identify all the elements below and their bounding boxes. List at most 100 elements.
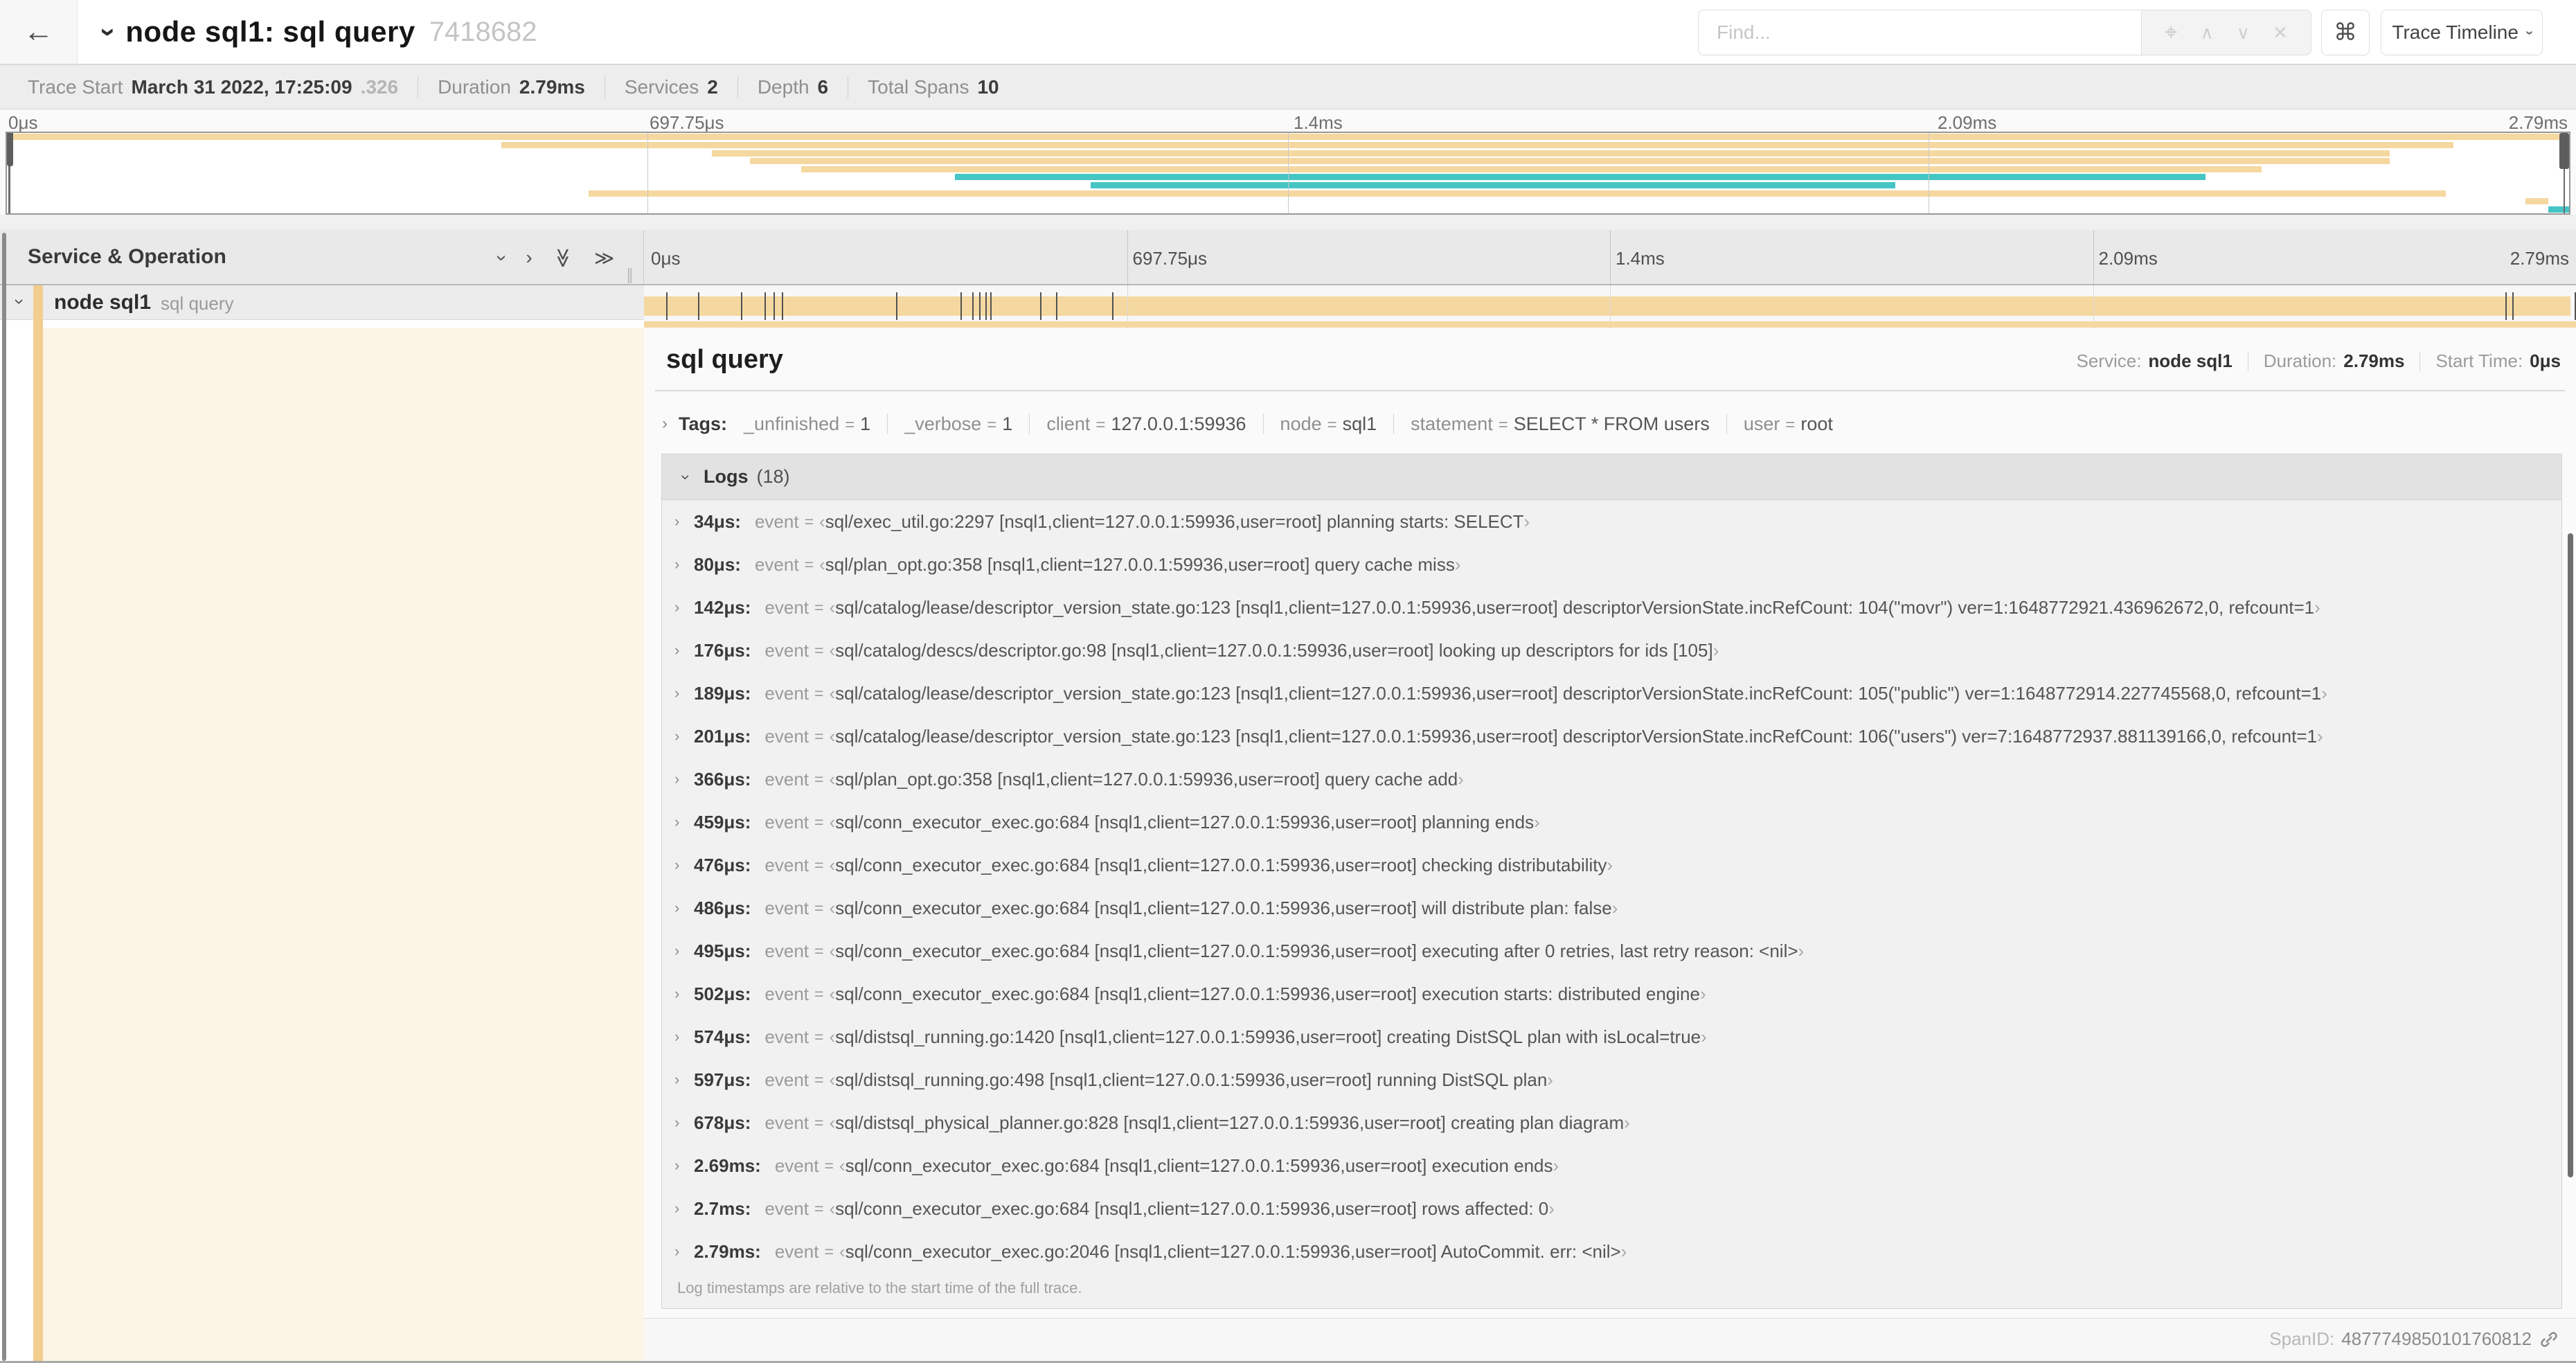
log-entry[interactable]: › 502μs: event = ‹ sql/conn_executor_exec.go:… <box>662 972 2561 1015</box>
collapse-all-icon[interactable]: ≫ <box>552 248 575 268</box>
log-entry[interactable]: › 80μs: event = ‹ sql/plan_opt.go:358 [nsql1,… <box>662 543 2561 586</box>
focus-target-icon[interactable]: ⌖ <box>2165 19 2177 46</box>
log-entry[interactable]: › 2.79ms: event = ‹ sql/conn_executor_exec.go… <box>662 1230 2561 1273</box>
log-entry[interactable]: › 495μs: event = ‹ sql/conn_executor_exec.go:… <box>662 929 2561 972</box>
meta-label: Duration <box>438 75 511 98</box>
log-entry[interactable]: › 189μs: event = ‹ sql/catalog/lease/descript… <box>662 672 2561 715</box>
back-arrow-icon: ← <box>23 15 54 48</box>
minimap-gridline <box>647 133 648 213</box>
tag-key: _unfinished <box>744 413 840 434</box>
page-title: node sql1: sql query <box>125 15 415 48</box>
log-entry[interactable]: › 176μs: event = ‹ sql/catalog/descs/descript… <box>662 629 2561 672</box>
log-field-key: event <box>764 940 810 961</box>
log-quote-open: ‹ <box>829 1069 836 1090</box>
minimap-span-bar <box>588 190 2447 197</box>
page-scrollbar[interactable] <box>2568 533 2573 1177</box>
log-marker-tick <box>782 292 783 320</box>
stat-label: Service: <box>2076 350 2142 371</box>
view-selector-button[interactable]: Trace Timeline › <box>2381 10 2543 55</box>
log-entry[interactable]: › 201μs: event = ‹ sql/catalog/lease/descript… <box>662 715 2561 758</box>
log-equals: = <box>814 598 824 616</box>
expand-all-icon[interactable]: ≫ <box>594 247 614 269</box>
log-field-key: event <box>754 510 799 532</box>
log-entry[interactable]: › 459μs: event = ‹ sql/conn_executor_exec.go:… <box>662 801 2561 844</box>
span-duration-bar[interactable] <box>644 296 2570 316</box>
log-quote-close: › <box>1624 1112 1630 1133</box>
log-chevron-icon: › <box>674 1071 680 1088</box>
log-entry[interactable]: › 678μs: event = ‹ sql/distsql_physical_plann… <box>662 1101 2561 1144</box>
log-quote-open: ‹ <box>829 1026 836 1047</box>
column-resizer-grip[interactable]: ∥ <box>626 266 634 284</box>
log-field-value: sql/conn_executor_exec.go:684 [nsql1,cli… <box>835 897 1612 918</box>
log-timestamp: 189μs: <box>694 682 751 704</box>
tag-key: _verbose <box>904 413 982 434</box>
spanid-value: 4877749850101760812 <box>2341 1328 2532 1349</box>
find-input[interactable]: Find... <box>1698 10 2141 55</box>
find-prev-icon[interactable]: ∧ <box>2200 22 2213 44</box>
log-timestamp: 597μs: <box>694 1069 751 1090</box>
collapse-one-icon[interactable]: › <box>490 255 513 261</box>
log-entry[interactable]: › 574μs: event = ‹ sql/distsql_running.go:142… <box>662 1015 2561 1058</box>
tags-row[interactable]: › Tags: _unfinished = 1 _verbose = 1 client = 12… <box>662 406 2559 442</box>
logs-title: Logs <box>704 466 749 487</box>
log-field-value: sql/conn_executor_exec.go:684 [nsql1,cli… <box>835 983 1700 1004</box>
find-clear-icon[interactable]: ✕ <box>2273 22 2288 44</box>
keyboard-shortcuts-button[interactable]: ⌘ <box>2321 10 2370 55</box>
copy-link-icon[interactable] <box>2539 1329 2559 1350</box>
log-entry[interactable]: › 2.69ms: event = ‹ sql/conn_executor_exec.go… <box>662 1144 2561 1187</box>
span-list-scrollbar[interactable] <box>2 233 6 1361</box>
scrubber-left-handle[interactable] <box>7 133 13 166</box>
log-equals: = <box>814 812 824 831</box>
meta-label: Services <box>624 75 699 98</box>
log-equals: = <box>814 769 824 788</box>
log-entry[interactable]: › 366μs: event = ‹ sql/plan_opt.go:358 [nsql1… <box>662 758 2561 801</box>
log-entry[interactable]: › 476μs: event = ‹ sql/conn_executor_exec.go:… <box>662 844 2561 887</box>
log-chevron-icon: › <box>674 856 680 873</box>
log-field-key: event <box>764 1026 810 1047</box>
log-field-value: sql/exec_util.go:2297 [nsql1,client=127.… <box>825 510 1524 532</box>
tick-label: 0μs <box>8 112 38 133</box>
log-entry[interactable]: › 2.7ms: event = ‹ sql/conn_executor_exec.go:… <box>662 1187 2561 1230</box>
span-row-label[interactable]: › node sql1 sql query <box>0 285 644 320</box>
back-button[interactable]: ← <box>0 0 78 64</box>
log-equals: = <box>814 1027 824 1046</box>
expand-one-icon[interactable]: › <box>526 247 532 269</box>
span-collapse-chevron-icon[interactable]: › <box>9 299 30 305</box>
log-chevron-icon: › <box>674 899 680 916</box>
log-quote-close: › <box>1699 983 1706 1004</box>
minimap-gap <box>0 215 2576 230</box>
log-entry[interactable]: › 486μs: event = ‹ sql/conn_executor_exec.go:… <box>662 887 2561 929</box>
tick-label: 697.75μs <box>650 112 724 133</box>
find-next-icon[interactable]: ∨ <box>2237 22 2250 44</box>
span-detail-title: sql query <box>666 345 783 374</box>
log-field-key: event <box>764 854 810 875</box>
log-chevron-icon: › <box>674 1114 680 1131</box>
log-entry[interactable]: › 142μs: event = ‹ sql/catalog/lease/descript… <box>662 586 2561 629</box>
stat-value: 2.79ms <box>2343 350 2405 371</box>
log-quote-close: › <box>1454 553 1461 575</box>
log-entry[interactable]: › 34μs: event = ‹ sql/exec_util.go:2297 [nsql… <box>662 500 2561 543</box>
log-quote-close: › <box>2314 596 2320 618</box>
log-chevron-icon: › <box>674 555 680 573</box>
log-field-key: event <box>764 768 810 790</box>
log-marker-tick <box>773 292 775 320</box>
log-field-value: sql/conn_executor_exec.go:684 [nsql1,cli… <box>835 854 1607 875</box>
logs-header[interactable]: › Logs (18) <box>662 454 2561 500</box>
log-quote-close: › <box>1607 854 1613 875</box>
log-field-key: event <box>764 983 810 1004</box>
log-marker-tick <box>895 292 897 320</box>
minimap-scrubber[interactable] <box>6 132 2570 215</box>
timeline-minimap: 0μs 697.75μs 1.4ms 2.09ms 2.79ms <box>0 109 2576 215</box>
log-marker-tick <box>1040 292 1041 320</box>
log-field-value: sql/distsql_running.go:1420 [nsql1,clien… <box>835 1026 1701 1047</box>
log-timestamp: 476μs: <box>694 854 751 875</box>
scrubber-right-handle[interactable] <box>2559 133 2569 169</box>
log-field-key: event <box>764 639 810 661</box>
tag-item: _verbose = 1 <box>904 413 1012 435</box>
meta-item: Services 2 <box>625 76 718 98</box>
log-timestamp: 495μs: <box>694 940 751 961</box>
tag-separator <box>1029 413 1030 434</box>
collapse-trace-chevron-icon[interactable]: › <box>93 27 124 36</box>
log-entry[interactable]: › 597μs: event = ‹ sql/distsql_running.go:498… <box>662 1058 2561 1101</box>
log-equals: = <box>814 1070 824 1089</box>
